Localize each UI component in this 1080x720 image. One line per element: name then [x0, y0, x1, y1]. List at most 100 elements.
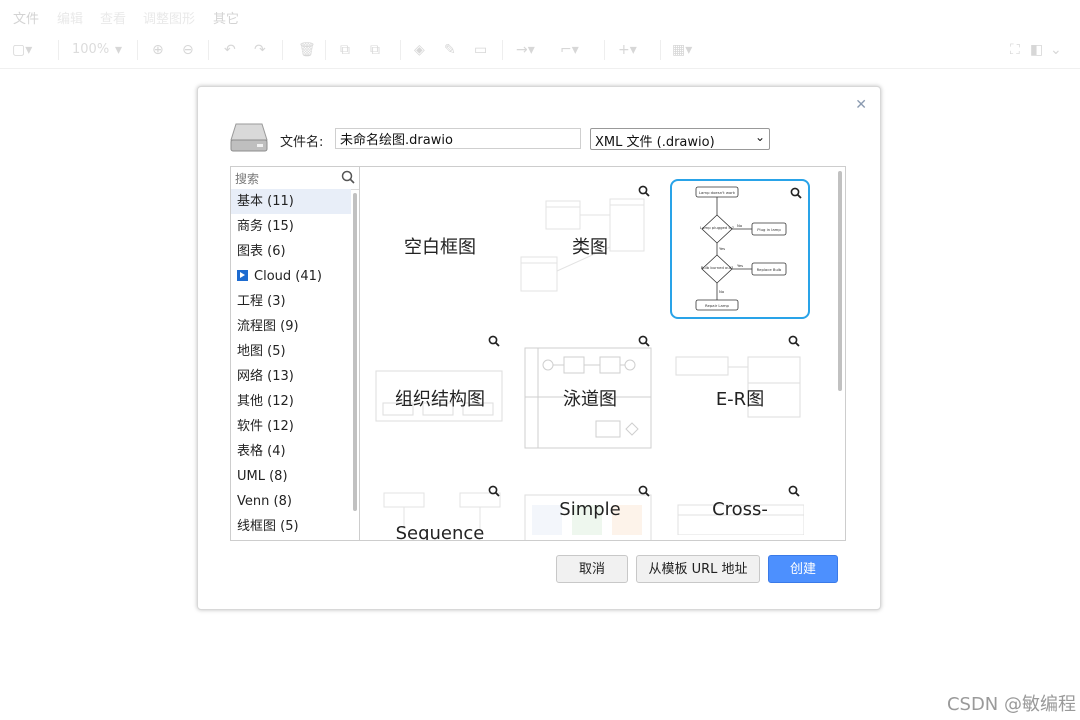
undo-icon[interactable]: ↶	[224, 42, 236, 58]
template-class-diagram[interactable]: 类图	[520, 175, 660, 315]
format-select[interactable]: XML 文件 (.drawio) ⌄	[590, 128, 770, 150]
template-label: Cross-	[712, 499, 768, 520]
drive-icon	[230, 123, 268, 152]
template-swimlane[interactable]: 泳道图	[520, 325, 660, 465]
template-search-input[interactable]: 搜索	[231, 167, 359, 190]
zoom-preview-icon[interactable]	[788, 335, 800, 347]
from-template-url-button[interactable]: 从模板 URL 地址	[636, 555, 760, 583]
template-label: 组织结构图	[395, 389, 485, 410]
toolbar-divider	[325, 40, 326, 60]
zoom-preview-icon[interactable]	[488, 485, 500, 497]
zoom-in-icon[interactable]: ⊕	[152, 42, 164, 58]
flow-no-label: No	[719, 289, 725, 294]
template-label: 空白框图	[404, 237, 476, 258]
flow-end-text: Repair Lamp	[705, 303, 730, 308]
expand-icon	[237, 270, 248, 281]
to-back-icon[interactable]: ⧉	[370, 42, 380, 58]
template-org-chart[interactable]: 组织结构图	[370, 325, 510, 465]
category-uml[interactable]: UML (8)	[231, 464, 351, 489]
collapse-icon[interactable]: ⌄	[1050, 42, 1062, 58]
category-flowcharts[interactable]: 流程图 (9)	[231, 314, 351, 339]
toolbar-divider	[208, 40, 209, 60]
flow-start-text: Lamp doesn't work	[699, 190, 736, 195]
category-other[interactable]: 其他 (12)	[231, 389, 351, 414]
zoom-preview-icon[interactable]	[488, 335, 500, 347]
format-select-value: XML 文件 (.drawio)	[595, 135, 715, 150]
template-flowchart[interactable]: Lamp doesn't work Lamp plugged in? Plug …	[670, 179, 810, 319]
delete-icon[interactable]: 🗑	[298, 42, 316, 58]
menu-extras[interactable]: 其它	[213, 8, 239, 27]
category-panel: 搜索 基本 (11) 商务 (15) 图表 (6) Cloud (41) 工程 …	[230, 166, 360, 541]
zoom-preview-icon[interactable]	[638, 185, 650, 197]
template-sequence[interactable]: Sequence	[370, 475, 510, 540]
zoom-preview-icon[interactable]	[790, 187, 802, 199]
template-er-diagram[interactable]: E-R图	[670, 325, 810, 465]
to-front-icon[interactable]: ⧉	[340, 42, 350, 58]
insert-icon[interactable]: +▾	[618, 42, 637, 58]
zoom-preview-icon[interactable]	[638, 485, 650, 497]
template-label: Simple	[559, 499, 621, 520]
menu-bar: 文件 编辑 查看 调整图形 其它	[0, 0, 1080, 32]
close-icon[interactable]: ✕	[855, 97, 867, 113]
create-button[interactable]: 创建	[768, 555, 838, 583]
category-wireframes[interactable]: 线框图 (5)	[231, 514, 351, 539]
new-diagram-dialog: ✕ 文件名: XML 文件 (.drawio) ⌄ 搜索 基本 (11) 商务 …	[197, 86, 881, 610]
toolbar: ▢▾ 100% ▾ ⊕ ⊖ ↶ ↷ 🗑 ⧉ ⧉ ◈ ✎ ▭ →▾ ⌐▾ +▾ ▦…	[0, 34, 1080, 69]
table-icon[interactable]: ▦▾	[672, 42, 692, 58]
category-maps[interactable]: 地图 (5)	[231, 339, 351, 364]
format-panel-icon[interactable]: ▢▾	[12, 42, 32, 58]
toolbar-divider	[137, 40, 138, 60]
format-toggle-icon[interactable]: ◧	[1030, 42, 1043, 58]
zoom-out-icon[interactable]: ⊖	[182, 42, 194, 58]
category-network[interactable]: 网络 (13)	[231, 364, 351, 389]
category-charts[interactable]: 图表 (6)	[231, 239, 351, 264]
toolbar-divider	[502, 40, 503, 60]
zoom-level[interactable]: 100%	[72, 42, 109, 58]
cancel-button[interactable]: 取消	[556, 555, 628, 583]
toolbar-divider	[604, 40, 605, 60]
flowchart-thumbnail: Lamp doesn't work Lamp plugged in? Plug …	[695, 186, 787, 311]
template-cross-functional[interactable]: Cross-	[670, 475, 810, 540]
flow-yes-label: Yes	[737, 263, 743, 268]
category-scrollbar[interactable]	[353, 193, 357, 511]
template-blank[interactable]: 空白框图	[370, 175, 510, 315]
category-engineering[interactable]: 工程 (3)	[231, 289, 351, 314]
toolbar-divider	[660, 40, 661, 60]
category-business[interactable]: 商务 (15)	[231, 214, 351, 239]
fullscreen-icon[interactable]: ⛶	[1010, 42, 1020, 58]
filename-input[interactable]	[335, 128, 581, 149]
category-tables[interactable]: 表格 (4)	[231, 439, 351, 464]
flow-no-label: No	[737, 223, 743, 228]
waypoints-icon[interactable]: ⌐▾	[560, 42, 579, 58]
zoom-preview-icon[interactable]	[638, 335, 650, 347]
template-label: E-R图	[715, 389, 765, 410]
flow-q2-text: Bulb burned out?	[701, 265, 734, 270]
category-basic[interactable]: 基本 (11)	[231, 189, 351, 214]
category-list: 基本 (11) 商务 (15) 图表 (6) Cloud (41) 工程 (3)…	[231, 189, 351, 539]
menu-edit[interactable]: 编辑	[57, 8, 83, 27]
connection-icon[interactable]: →▾	[516, 42, 535, 58]
search-placeholder: 搜索	[235, 172, 260, 186]
menu-file[interactable]: 文件	[13, 8, 39, 27]
zoom-preview-icon[interactable]	[788, 485, 800, 497]
fill-color-icon[interactable]: ◈	[414, 42, 425, 58]
shadow-icon[interactable]: ▭	[474, 42, 487, 58]
template-scrollbar[interactable]	[838, 171, 842, 391]
template-label: 泳道图	[563, 389, 617, 410]
category-software[interactable]: 软件 (12)	[231, 414, 351, 439]
flow-a1-text: Plug in lamp	[757, 227, 781, 232]
search-icon[interactable]	[341, 170, 355, 184]
menu-view[interactable]: 查看	[100, 8, 126, 27]
redo-icon[interactable]: ↷	[254, 42, 266, 58]
zoom-dropdown-icon[interactable]: ▾	[115, 42, 122, 58]
chevron-down-icon: ⌄	[754, 130, 765, 144]
menu-arrange[interactable]: 调整图形	[143, 8, 195, 27]
template-simple[interactable]: Simple	[520, 475, 660, 540]
flow-a2-text: Replace Bulb	[757, 267, 782, 272]
line-color-icon[interactable]: ✎	[444, 42, 456, 58]
category-cloud[interactable]: Cloud (41)	[231, 264, 351, 289]
toolbar-divider	[400, 40, 401, 60]
category-venn[interactable]: Venn (8)	[231, 489, 351, 514]
template-grid: 空白框图 类图 Lamp doesn't work Lamp plugged i…	[359, 166, 846, 541]
flow-yes-label: Yes	[719, 246, 725, 251]
